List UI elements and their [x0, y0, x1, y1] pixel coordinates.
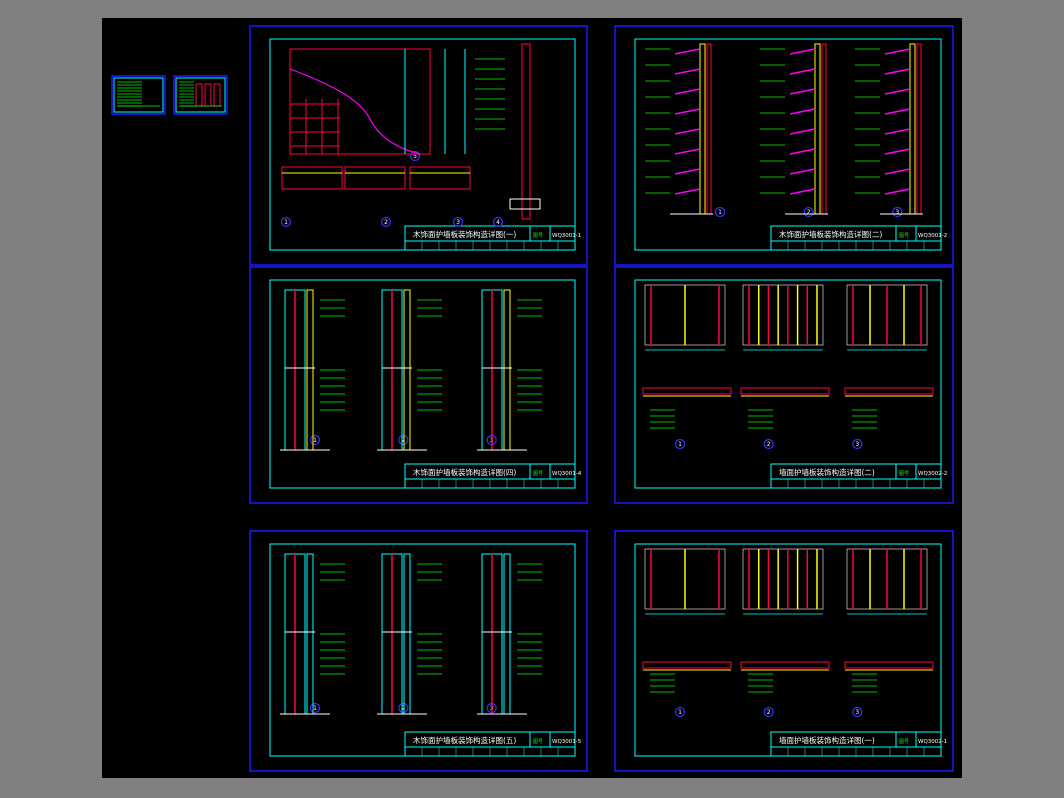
detail-marker: 3	[852, 438, 863, 450]
detail-marker: 3	[452, 216, 464, 228]
detail-marker: 1	[309, 434, 321, 446]
detail-number: 1	[313, 705, 317, 712]
detail-marker: 2	[763, 438, 774, 450]
sheet-label: 图号	[533, 739, 543, 745]
detail-marker: 1	[280, 216, 292, 228]
sheet-code: WQ3001-1	[552, 233, 581, 239]
drawing-sheet-4[interactable]: 墙面护墙板装饰构造详图(二) WQ3002-2 图号 1 2 3	[614, 266, 954, 504]
sheet-label: 图号	[899, 739, 909, 745]
drawing-sheet-2[interactable]: 木饰面护墙板装饰构造详图(二) WQ3001-2 图号 1 2 3	[614, 25, 954, 266]
detail-marker: 4	[492, 216, 504, 228]
detail-marker: 2	[398, 702, 409, 714]
detail-marker: 1	[674, 438, 686, 450]
sheet-label: 图号	[533, 233, 543, 239]
sheet-title: 木饰面护墙板装饰构造详图(五)	[413, 735, 516, 745]
detail-marker: 3	[892, 206, 903, 218]
detail-number: 3	[456, 219, 460, 226]
cad-drawing-viewport[interactable]: 木饰面护墙板装饰构造详图(一) WQ3001-1 图号 1 2 3 4 5 木饰面护墙板装饰构造…	[102, 18, 962, 778]
detail-number: 2	[807, 209, 811, 216]
detail-number: 1	[718, 209, 722, 216]
detail-marker: 3	[852, 706, 863, 718]
drawing-sheet-6[interactable]: 墙面护墙板装饰构造详图(一) WQ3002-1 图号 1 2 3	[614, 530, 954, 772]
sheet-label: 图号	[899, 471, 909, 477]
detail-number: 1	[678, 709, 682, 716]
drawing-sheet-1[interactable]: 木饰面护墙板装饰构造详图(一) WQ3001-1图号1 2 3 45	[249, 25, 588, 266]
sheet-code: WQ3001-2	[918, 233, 947, 239]
sheet-label: 图号	[899, 233, 909, 239]
detail-marker: 2	[380, 216, 392, 228]
detail-number: 3	[855, 709, 859, 716]
detail-number: 2	[767, 709, 771, 716]
sheet-code: WQ3002-2	[918, 471, 947, 477]
sheet-title: 墙面护墙板装饰构造详图(一)	[779, 735, 875, 745]
detail-number: 1	[284, 219, 288, 226]
sheet-code: WQ3001-4	[552, 471, 582, 477]
detail-marker: 2	[803, 206, 814, 218]
sheet-title: 木饰面护墙板装饰构造详图(一)	[413, 229, 516, 239]
detail-marker: 2	[398, 434, 409, 446]
detail-number: 2	[767, 441, 771, 448]
cad-drawing-canvas[interactable]: 木饰面护墙板装饰构造详图(一) WQ3001-1图号1 2 3 45木饰面护墙板装饰构造…	[102, 18, 962, 778]
sheet-title: 木饰面护墙板装饰构造详图(四)	[413, 467, 516, 477]
detail-marker: 1	[674, 706, 686, 718]
sheet-title: 木饰面护墙板装饰构造详图(二)	[779, 229, 882, 239]
thumbnail-sheet	[111, 75, 166, 115]
detail-number: 1	[313, 437, 317, 444]
sheet-code: WQ3002-1	[918, 739, 947, 745]
drawing-sheet-5[interactable]: 木饰面护墙板装饰构造详图(五)WQ3001-5图号123	[249, 530, 588, 772]
detail-number: 3	[855, 441, 859, 448]
thumbnail-sheet	[173, 75, 228, 115]
detail-number: 3	[895, 209, 899, 216]
detail-number: 2	[384, 219, 388, 226]
detail-marker: 1	[309, 702, 321, 714]
sheet-title: 墙面护墙板装饰构造详图(二)	[779, 467, 875, 477]
detail-marker: 2	[763, 706, 774, 718]
detail-number: 1	[678, 441, 682, 448]
detail-marker: 1	[714, 206, 726, 218]
sheet-label: 图号	[533, 471, 543, 477]
drawing-sheet-3[interactable]: 木饰面护墙板装饰构造详图(四)WQ3001-4图号123	[249, 266, 588, 504]
thumbnail-group	[111, 75, 228, 115]
detail-number: 4	[496, 219, 500, 226]
sheet-code: WQ3001-5	[552, 739, 582, 745]
